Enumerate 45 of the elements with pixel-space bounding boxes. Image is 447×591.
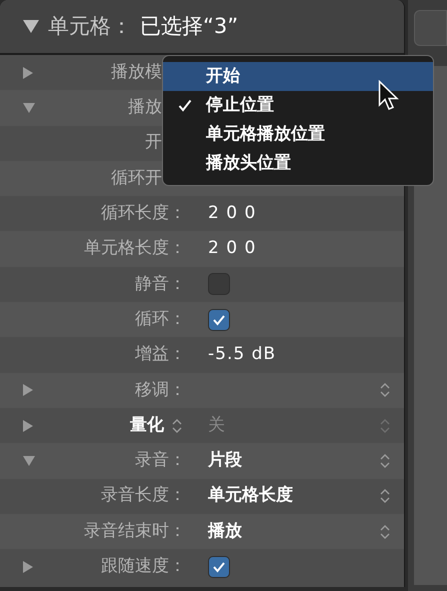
- checkmark-icon: [212, 314, 226, 326]
- disclosure-triangle-icon[interactable]: [22, 383, 34, 398]
- disclosure-triangle-icon[interactable]: [22, 102, 36, 114]
- field-label: 静音：: [135, 272, 186, 296]
- menu-item[interactable]: 单元格播放位置: [163, 120, 433, 149]
- disclosure-triangle-icon[interactable]: [22, 19, 40, 34]
- menu-item[interactable]: 开始: [163, 62, 433, 91]
- field-label: 移调：: [135, 378, 186, 402]
- field-label: 开: [145, 131, 162, 154]
- field-label: 播放: [128, 96, 162, 120]
- field-label: 单元格长度：: [84, 237, 186, 260]
- field-label: 录音：: [135, 449, 186, 472]
- disclosure-triangle-icon[interactable]: [22, 66, 34, 80]
- stepper-icon[interactable]: [380, 382, 390, 398]
- menu-item[interactable]: 播放头位置: [163, 149, 433, 178]
- field-label: 循环长度：: [101, 202, 186, 226]
- checkbox[interactable]: [208, 556, 230, 578]
- field-label: 循环：: [135, 308, 186, 331]
- mouse-pointer-icon: [378, 80, 400, 112]
- field-label: 录音结束时：: [84, 520, 186, 543]
- field-label: 录音长度：: [101, 484, 186, 508]
- checkbox[interactable]: [208, 308, 230, 331]
- field-value[interactable]: -5.5 dB: [208, 342, 276, 368]
- field-label: 跟随速度：: [101, 555, 186, 578]
- checkmark-icon: [178, 99, 192, 112]
- header-label: 单元格：: [48, 12, 132, 40]
- stepper-icon[interactable]: [380, 488, 390, 504]
- popup-value[interactable]: 片段: [208, 448, 242, 474]
- field-label: 量化: [130, 414, 164, 437]
- menu-item[interactable]: 停止位置: [163, 91, 433, 120]
- checkbox[interactable]: [208, 273, 230, 296]
- field-label: 循环开: [111, 166, 162, 190]
- field-label: 增益：: [135, 343, 186, 366]
- field-label: 播放模: [111, 60, 162, 84]
- stepper-icon[interactable]: [380, 452, 390, 469]
- stepper-icon[interactable]: [380, 524, 390, 540]
- mode-stepper-icon[interactable]: [172, 418, 182, 434]
- header-value: 已选择“3”: [140, 12, 238, 40]
- popup-value[interactable]: 单元格长度: [208, 483, 293, 509]
- checkmark-icon: [212, 560, 226, 573]
- field-value[interactable]: 2 0 0: [208, 201, 256, 227]
- disclosure-triangle-icon[interactable]: [22, 560, 34, 574]
- disclosure-triangle-icon[interactable]: [22, 454, 36, 467]
- popup-value[interactable]: 播放: [208, 518, 242, 544]
- field-value[interactable]: 2 0 0: [208, 236, 256, 262]
